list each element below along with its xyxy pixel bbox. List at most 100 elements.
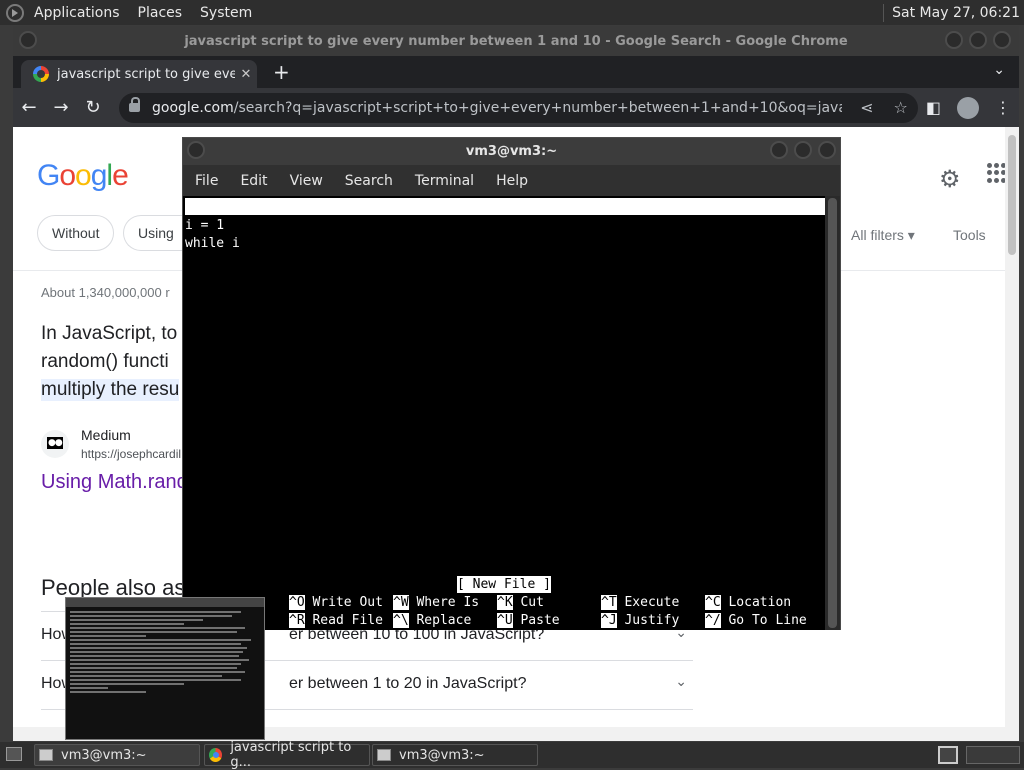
url-text: google.com/search?q=javascript+script+to… xyxy=(152,100,842,116)
shortcut-key: ^C xyxy=(705,595,721,610)
shortcut-label: Cut xyxy=(520,595,544,610)
all-filters-label: All filters xyxy=(851,227,904,243)
shortcut: ^U Paste xyxy=(497,612,560,630)
logo-letter: g xyxy=(90,159,108,192)
window-preview-thumbnail[interactable] xyxy=(65,597,265,740)
tab-close-icon[interactable]: ✕ xyxy=(235,67,257,82)
taskbar-label: vm3@vm3:~ xyxy=(61,747,147,763)
terminal-window: vm3@vm3:~ File Edit View Search Terminal… xyxy=(182,137,841,630)
profile-avatar-icon[interactable] xyxy=(957,96,979,119)
menu-file[interactable]: File xyxy=(195,173,218,189)
nano-header: GNU nano 7.2 main.py Modified xyxy=(185,198,826,265)
address-bar[interactable]: google.com/search?q=javascript+script+to… xyxy=(119,92,918,123)
source-url[interactable]: https://josephcardil xyxy=(81,447,181,461)
terminal-titlebar[interactable]: vm3@vm3:~ xyxy=(183,138,840,165)
forward-arrow-icon[interactable]: → xyxy=(45,97,77,118)
nano-editor[interactable]: GNU nano 7.2 main.py Modified i = 1 whil… xyxy=(183,196,826,630)
lock-icon[interactable] xyxy=(129,97,140,112)
tools-button[interactable]: Tools xyxy=(953,227,986,243)
all-filters-button[interactable]: All filters ▾ xyxy=(851,227,915,244)
shortcut-key: ^T xyxy=(601,595,617,610)
browser-toolbar: ← → ↻ google.com/search?q=javascript+scr… xyxy=(13,88,1019,127)
google-logo[interactable]: Google xyxy=(37,159,129,193)
back-arrow-icon[interactable]: ← xyxy=(13,97,45,118)
medium-favicon-icon[interactable] xyxy=(41,430,69,458)
terminal-title: vm3@vm3:~ xyxy=(465,144,558,159)
terminal-scrollbar[interactable] xyxy=(825,196,840,630)
show-desktop-icon[interactable] xyxy=(6,747,22,761)
google-favicon-icon xyxy=(33,66,49,82)
scrollbar-thumb[interactable] xyxy=(1008,135,1016,255)
nano-filename: main.py xyxy=(489,233,544,248)
taskbar-item-terminal-2[interactable]: vm3@vm3:~ xyxy=(372,744,538,766)
tab-title: javascript script to give every n xyxy=(57,66,235,82)
close-button[interactable] xyxy=(818,141,836,159)
minimize-button[interactable] xyxy=(770,141,788,159)
side-panel-icon[interactable]: ◧ xyxy=(926,98,941,117)
shortcut-key: ^/ xyxy=(705,613,721,628)
workspace-switcher-2[interactable] xyxy=(966,746,1020,764)
google-apps-icon[interactable] xyxy=(987,163,1007,183)
logo-letter: e xyxy=(112,159,129,192)
shortcut: ^/ Go To Line xyxy=(705,612,807,630)
chevron-down-icon[interactable]: ⌄ xyxy=(675,673,687,690)
menu-help[interactable]: Help xyxy=(496,173,528,189)
reload-icon[interactable]: ↻ xyxy=(77,97,109,118)
minimize-button[interactable] xyxy=(945,31,963,49)
new-tab-button[interactable]: + xyxy=(273,60,290,84)
menu-view[interactable]: View xyxy=(290,173,323,189)
maximize-button[interactable] xyxy=(794,141,812,159)
menu-places[interactable]: Places xyxy=(138,5,183,21)
applications-logo-icon[interactable] xyxy=(6,3,24,22)
source-name[interactable]: Medium xyxy=(81,427,131,443)
filter-chip-without[interactable]: Without xyxy=(37,215,115,251)
shortcut: ^J Justify xyxy=(601,612,679,630)
settings-gear-icon[interactable]: ⚙ xyxy=(939,165,961,193)
menu-terminal[interactable]: Terminal xyxy=(415,173,474,189)
chrome-window-title: javascript script to give every number b… xyxy=(184,33,848,49)
top-panel: Applications Places System Sat May 27, 0… xyxy=(0,0,1024,25)
menu-applications[interactable]: Applications xyxy=(34,5,120,21)
shortcut-key: ^O xyxy=(289,595,305,610)
menu-search[interactable]: Search xyxy=(345,173,393,189)
shortcut-key: ^U xyxy=(497,613,513,628)
chrome-menu-icon[interactable]: ⋮ xyxy=(995,98,1011,117)
filter-chip-using[interactable]: Using xyxy=(123,215,188,251)
shortcut-label: Go To Line xyxy=(728,613,807,628)
browser-tab[interactable]: javascript script to give every n ✕ xyxy=(21,60,257,88)
tab-search-chevron-icon[interactable]: ⌄ xyxy=(993,62,1005,78)
workspace-switcher-1[interactable] xyxy=(938,746,958,764)
window-menu-button[interactable] xyxy=(19,31,37,49)
snippet-line: In JavaScript, to xyxy=(41,323,178,344)
shortcut-key: ^K xyxy=(497,595,513,610)
menu-edit[interactable]: Edit xyxy=(240,173,267,189)
thumbnail-content xyxy=(66,607,264,697)
chrome-icon xyxy=(209,748,223,762)
code-line[interactable]: i = 1 xyxy=(185,217,224,235)
page-vertical-scrollbar[interactable] xyxy=(1005,127,1019,741)
close-button[interactable] xyxy=(993,31,1011,49)
share-icon[interactable]: ⋖ xyxy=(860,98,873,117)
shortcut-label: Location xyxy=(728,595,792,610)
taskbar-label: javascript script to g... xyxy=(230,740,352,770)
result-title-link[interactable]: Using Math.rand xyxy=(41,471,188,494)
logo-letter: o xyxy=(59,159,76,192)
taskbar-item-chrome[interactable]: javascript script to g... xyxy=(204,740,370,770)
window-menu-button[interactable] xyxy=(187,141,205,159)
panel-separator xyxy=(883,3,885,22)
shortcut-key: ^J xyxy=(601,613,617,628)
menu-system[interactable]: System xyxy=(200,5,252,21)
dropdown-caret-icon: ▾ xyxy=(907,227,915,243)
shortcut: ^\ Replace xyxy=(393,612,471,630)
nano-message: [ New File ] xyxy=(457,576,551,593)
chrome-titlebar[interactable]: javascript script to give every number b… xyxy=(13,26,1019,56)
shortcut-label: Paste xyxy=(520,613,560,628)
code-line[interactable]: while i xyxy=(185,235,240,253)
clock[interactable]: Sat May 27, 06:21 xyxy=(892,5,1020,21)
bookmark-star-icon[interactable]: ☆ xyxy=(894,98,908,117)
maximize-button[interactable] xyxy=(969,31,987,49)
taskbar-item-terminal[interactable]: vm3@vm3:~ xyxy=(34,744,200,766)
taskbar-label: vm3@vm3:~ xyxy=(399,747,485,763)
scrollbar-thumb[interactable] xyxy=(828,198,837,628)
shortcut: ^C Location xyxy=(705,594,791,612)
